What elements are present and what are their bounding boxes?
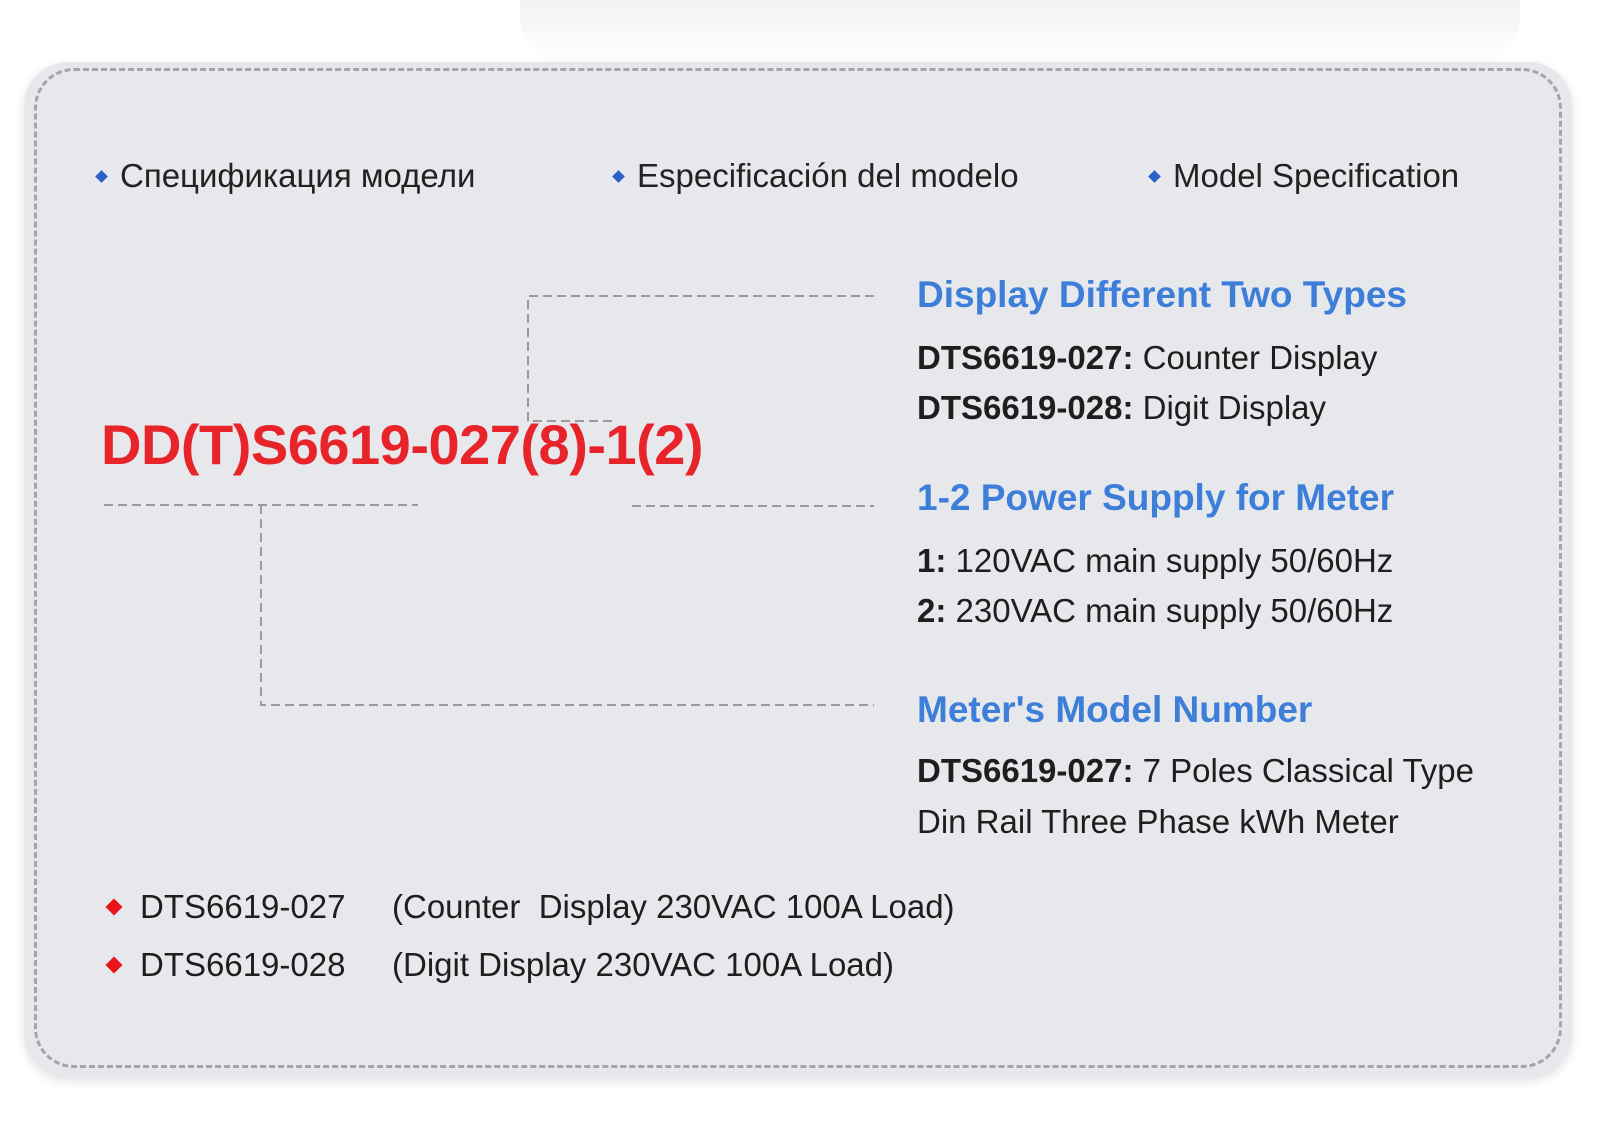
model-number-key: DTS6619-027: [917,752,1134,789]
display-type-line: DTS6619-028: Digit Display [917,388,1326,428]
variant-item: DTS6619-028 (Digit Display 230VAC 100A Lo… [105,945,894,985]
model-number-line: DTS6619-027: 7 Poles Classical Type [917,751,1474,791]
model-number-value: Din Rail Three Phase kWh Meter [917,803,1399,840]
model-number-title: Meter's Model Number [917,689,1313,730]
power-supply-line: 2: 230VAC main supply 50/60Hz [917,591,1393,631]
variant-item: DTS6619-027 (Counter Display 230VAC 100A … [105,887,955,927]
display-types-title: Display Different Two Types [917,274,1407,315]
display-type-key: DTS6619-027: [917,339,1134,376]
connector-model [260,505,874,706]
display-type-key: DTS6619-028: [917,389,1134,426]
power-supply-line: 1: 120VAC main supply 50/60Hz [917,541,1393,581]
variant-code: DTS6619-027 [140,888,346,925]
power-supply-key: 1: [917,542,947,579]
red-diamond-bullet-icon [105,898,123,916]
power-supply-value: 120VAC main supply 50/60Hz [946,542,1394,579]
model-number-value: 7 Poles Classical Type [1133,752,1475,789]
red-diamond-bullet-icon [105,956,123,974]
power-supply-value: 230VAC main supply 50/60Hz [946,592,1394,629]
display-type-value: Digit Display [1133,389,1327,426]
variant-code: DTS6619-028 [140,946,346,983]
power-supply-title: 1-2 Power Supply for Meter [917,477,1394,518]
variant-description: (Digit Display 230VAC 100A Load) [392,946,894,983]
display-type-value: Counter Display [1133,339,1378,376]
power-supply-key: 2: [917,592,947,629]
display-type-line: DTS6619-027: Counter Display [917,338,1377,378]
variant-description: (Counter Display 230VAC 100A Load) [392,888,955,925]
model-number-line: Din Rail Three Phase kWh Meter [917,802,1399,842]
model-code: DD(T)S6619-027(8)-1(2) [101,413,704,476]
connector-display [527,295,874,422]
